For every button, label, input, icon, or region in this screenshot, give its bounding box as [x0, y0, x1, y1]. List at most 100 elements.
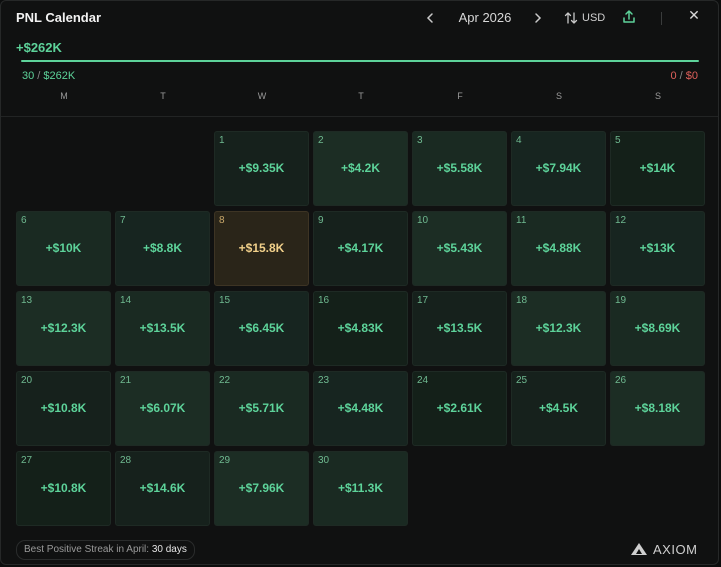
separator: / [676, 70, 686, 82]
day-pnl-value: +$10K [45, 241, 82, 255]
positive-days-count: 30 [22, 70, 35, 82]
day-cell[interactable]: 10 +$5.43K [412, 211, 507, 286]
day-pnl-value: +$13.5K [436, 321, 483, 335]
day-pnl-value: +$8.8K [142, 241, 183, 255]
day-number: 14 [120, 295, 132, 306]
day-number: 7 [120, 215, 126, 226]
axiom-logo-icon [631, 543, 647, 555]
day-pnl-value: +$10.8K [40, 401, 87, 415]
header-separator [1, 116, 718, 117]
day-cell[interactable]: 26 +$8.18K [610, 371, 705, 446]
day-pnl-value: +$4.2K [340, 161, 381, 175]
day-cell[interactable]: 23 +$4.48K [313, 371, 408, 446]
day-pnl-value: +$5.71K [238, 401, 285, 415]
day-pnl-value: +$6.07K [139, 401, 186, 415]
day-number: 28 [120, 455, 132, 466]
currency-toggle[interactable]: USD [564, 9, 605, 27]
share-upload-icon [623, 10, 635, 23]
day-cell[interactable]: 17 +$13.5K [412, 291, 507, 366]
streak-badge: Best Positive Streak in April: 30 days [16, 540, 195, 560]
weekday-label: S [654, 91, 661, 101]
day-cell[interactable]: 24 +$2.61K [412, 371, 507, 446]
day-pnl-value: +$13K [639, 241, 676, 255]
day-cell[interactable]: 6 +$10K [16, 211, 111, 286]
total-pnl: +$262K [16, 40, 62, 55]
weekday-header: M T W T F S S [16, 91, 706, 105]
day-cell[interactable]: 14 +$13.5K [115, 291, 210, 366]
day-number: 21 [120, 375, 132, 386]
day-cell[interactable]: 5 +$14K [610, 131, 705, 206]
day-pnl-value: +$5.58K [436, 161, 483, 175]
day-pnl-value: +$6.45K [238, 321, 285, 335]
day-pnl-value: +$7.94K [535, 161, 582, 175]
day-pnl-value: +$12.3K [535, 321, 582, 335]
day-cell[interactable]: 27 +$10.8K [16, 451, 111, 526]
day-pnl-value: +$10.8K [40, 481, 87, 495]
current-month: Apr 2026 [458, 10, 512, 25]
brand-name: AXIOM [653, 541, 698, 557]
day-pnl-value: +$11.3K [337, 481, 384, 495]
day-cell[interactable]: 8 +$15.8K [214, 211, 309, 286]
weekday-label: T [160, 91, 166, 101]
day-cell[interactable]: 7 +$8.8K [115, 211, 210, 286]
day-cell[interactable]: 9 +$4.17K [313, 211, 408, 286]
positive-summary: 30 / $262K [22, 70, 75, 82]
day-pnl-value: +$14K [639, 161, 676, 175]
day-cell[interactable]: 28 +$14.6K [115, 451, 210, 526]
day-number: 6 [21, 215, 27, 226]
day-number: 8 [219, 215, 225, 226]
day-cell[interactable]: 13 +$12.3K [16, 291, 111, 366]
weekday-label: T [358, 91, 364, 101]
day-cell[interactable]: 29 +$7.96K [214, 451, 309, 526]
streak-label: Best Positive Streak in April: [24, 544, 150, 555]
day-cell[interactable]: 11 +$4.88K [511, 211, 606, 286]
day-number: 18 [516, 295, 528, 306]
day-pnl-value: +$8.18K [634, 401, 681, 415]
close-button[interactable]: ✕ [686, 7, 702, 27]
day-number: 22 [219, 375, 231, 386]
day-cell[interactable]: 1 +$9.35K [214, 131, 309, 206]
day-number: 13 [21, 295, 33, 306]
day-cell[interactable]: 18 +$12.3K [511, 291, 606, 366]
day-pnl-value: +$9.35K [238, 161, 285, 175]
day-number: 1 [219, 135, 225, 146]
day-pnl-value: +$5.43K [436, 241, 483, 255]
day-cell[interactable]: 22 +$5.71K [214, 371, 309, 446]
pnl-ratio-bar [21, 60, 699, 62]
header-divider [661, 12, 662, 25]
prev-month-button[interactable] [422, 8, 438, 28]
day-cell[interactable]: 16 +$4.83K [313, 291, 408, 366]
day-cell[interactable]: 2 +$4.2K [313, 131, 408, 206]
day-number: 20 [21, 375, 33, 386]
day-number: 25 [516, 375, 528, 386]
share-button[interactable] [621, 9, 637, 25]
day-number: 27 [21, 455, 33, 466]
day-number: 26 [615, 375, 627, 386]
day-pnl-value: +$12.3K [40, 321, 87, 335]
day-number: 23 [318, 375, 330, 386]
day-pnl-value: +$8.69K [634, 321, 681, 335]
day-cell[interactable]: 20 +$10.8K [16, 371, 111, 446]
day-number: 11 [516, 215, 527, 226]
day-cell[interactable]: 3 +$5.58K [412, 131, 507, 206]
next-month-button[interactable] [530, 8, 546, 28]
day-number: 17 [417, 295, 429, 306]
day-cell[interactable]: 21 +$6.07K [115, 371, 210, 446]
day-cell[interactable]: 25 +$4.5K [511, 371, 606, 446]
weekday-label: F [457, 91, 463, 101]
day-pnl-value: +$13.5K [139, 321, 186, 335]
weekday-label: M [60, 91, 68, 101]
pnl-calendar-panel: PNL Calendar Apr 2026 USD ✕ +$262K 30 / … [0, 0, 719, 565]
brand: AXIOM [630, 541, 697, 557]
day-cell[interactable]: 19 +$8.69K [610, 291, 705, 366]
day-number: 5 [615, 135, 621, 146]
day-pnl-value: +$7.96K [238, 481, 285, 495]
day-number: 15 [219, 295, 231, 306]
day-cell[interactable]: 15 +$6.45K [214, 291, 309, 366]
day-cell[interactable]: 30 +$11.3K [313, 451, 408, 526]
day-cell[interactable]: 12 +$13K [610, 211, 705, 286]
day-cell[interactable]: 4 +$7.94K [511, 131, 606, 206]
close-icon: ✕ [688, 7, 700, 23]
day-pnl-value: +$15.8K [238, 241, 285, 255]
negative-sum: $0 [685, 70, 698, 82]
